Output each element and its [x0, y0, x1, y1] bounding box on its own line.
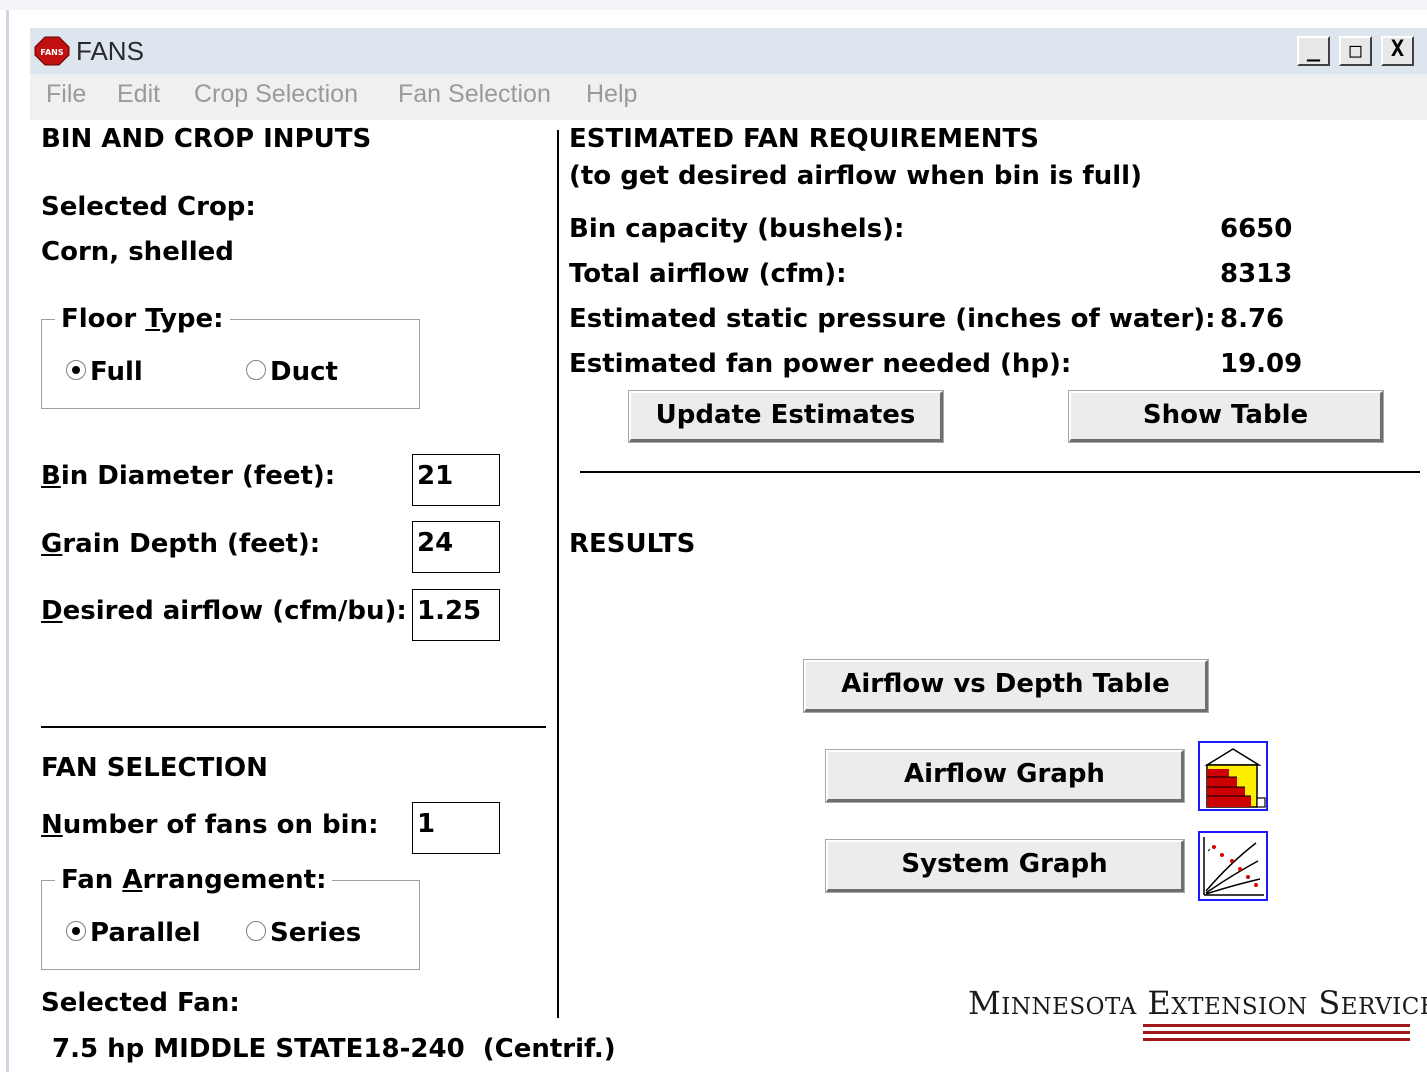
menu-file[interactable]: File — [46, 80, 86, 109]
window-left-border — [6, 10, 9, 1072]
grain-depth-label: Grain Depth (feet): — [41, 529, 321, 559]
desired-airflow-label: Desired airflow (cfm/bu): — [41, 596, 407, 626]
bin-capacity-label: Bin capacity (bushels): — [569, 214, 905, 244]
num-fans-label: Number of fans on bin: — [41, 810, 379, 840]
title-bar[interactable] — [30, 28, 1427, 74]
minnesota-extension-service-logo: MINNESOTA EXTENSION SERVICE — [968, 984, 1427, 1022]
arrangement-parallel-radio[interactable]: Parallel — [66, 918, 201, 948]
grain-depth-input[interactable]: 24 — [412, 521, 500, 573]
menu-edit[interactable]: Edit — [117, 80, 160, 109]
arrangement-series-radio[interactable]: Series — [246, 918, 361, 948]
total-airflow-label: Total airflow (cfm): — [569, 259, 847, 289]
menu-fan-selection[interactable]: Fan Selection — [398, 80, 551, 109]
selected-crop-label: Selected Crop: — [41, 192, 256, 222]
grain-bin-icon[interactable] — [1198, 741, 1268, 811]
radio-selected-icon — [66, 359, 86, 380]
radio-selected-icon — [66, 920, 86, 941]
radio-unselected-icon — [246, 920, 266, 941]
close-button[interactable]: X — [1381, 36, 1414, 66]
center-divider — [557, 130, 559, 1018]
bin-capacity-value: 6650 — [1220, 214, 1293, 244]
floor-type-title: Floor Type: — [55, 304, 230, 334]
static-pressure-label: Estimated static pressure (inches of wat… — [569, 304, 1216, 334]
menu-crop-selection[interactable]: Crop Selection — [194, 80, 358, 109]
fan-power-value: 19.09 — [1220, 349, 1303, 379]
logo-rule-bottom — [1143, 1038, 1410, 1041]
logo-rule-top — [1143, 1024, 1410, 1027]
selected-fan-label: Selected Fan: — [41, 988, 240, 1018]
desired-airflow-input[interactable]: 1.25 — [412, 589, 500, 641]
bin-inputs-heading: BIN AND CROP INPUTS — [41, 124, 372, 154]
airflow-graph-button[interactable]: Airflow Graph — [825, 749, 1185, 803]
window-title: FANS — [76, 36, 144, 66]
fan-power-label: Estimated fan power needed (hp): — [569, 349, 1072, 379]
system-curve-icon[interactable] — [1198, 831, 1268, 901]
svg-text:FANS: FANS — [40, 48, 63, 57]
results-heading: RESULTS — [569, 529, 696, 559]
fan-selection-heading: FAN SELECTION — [41, 753, 268, 783]
update-estimates-button[interactable]: Update Estimates — [628, 390, 944, 443]
maximize-button[interactable]: □ — [1339, 36, 1372, 66]
airflow-depth-table-button[interactable]: Airflow vs Depth Table — [803, 659, 1209, 713]
static-pressure-value: 8.76 — [1220, 304, 1285, 334]
show-table-button[interactable]: Show Table — [1068, 390, 1384, 443]
menu-help[interactable]: Help — [586, 80, 637, 109]
stop-sign-icon: FANS — [34, 36, 70, 66]
estimates-subheading: (to get desired airflow when bin is full… — [569, 161, 1142, 191]
selected-fan-value: 7.5 hp MIDDLE STATE18-240 (Centrif.) — [52, 1034, 616, 1064]
total-airflow-value: 8313 — [1220, 259, 1293, 289]
left-divider — [41, 726, 546, 728]
floor-full-radio[interactable]: Full — [66, 357, 143, 387]
top-strip — [0, 0, 1427, 10]
radio-unselected-icon — [246, 359, 266, 380]
bin-diameter-label: Bin Diameter (feet): — [41, 461, 336, 491]
system-graph-button[interactable]: System Graph — [825, 839, 1185, 893]
floor-duct-radio[interactable]: Duct — [246, 357, 338, 387]
fan-arrangement-title: Fan Arrangement: — [55, 865, 333, 895]
minimize-button[interactable]: _ — [1297, 36, 1330, 66]
selected-crop-value: Corn, shelled — [41, 237, 234, 267]
bin-diameter-input[interactable]: 21 — [412, 454, 500, 506]
num-fans-input[interactable]: 1 — [412, 802, 500, 854]
logo-rule-middle — [1143, 1031, 1410, 1034]
right-divider — [580, 471, 1420, 473]
estimates-heading: ESTIMATED FAN REQUIREMENTS — [569, 124, 1040, 154]
